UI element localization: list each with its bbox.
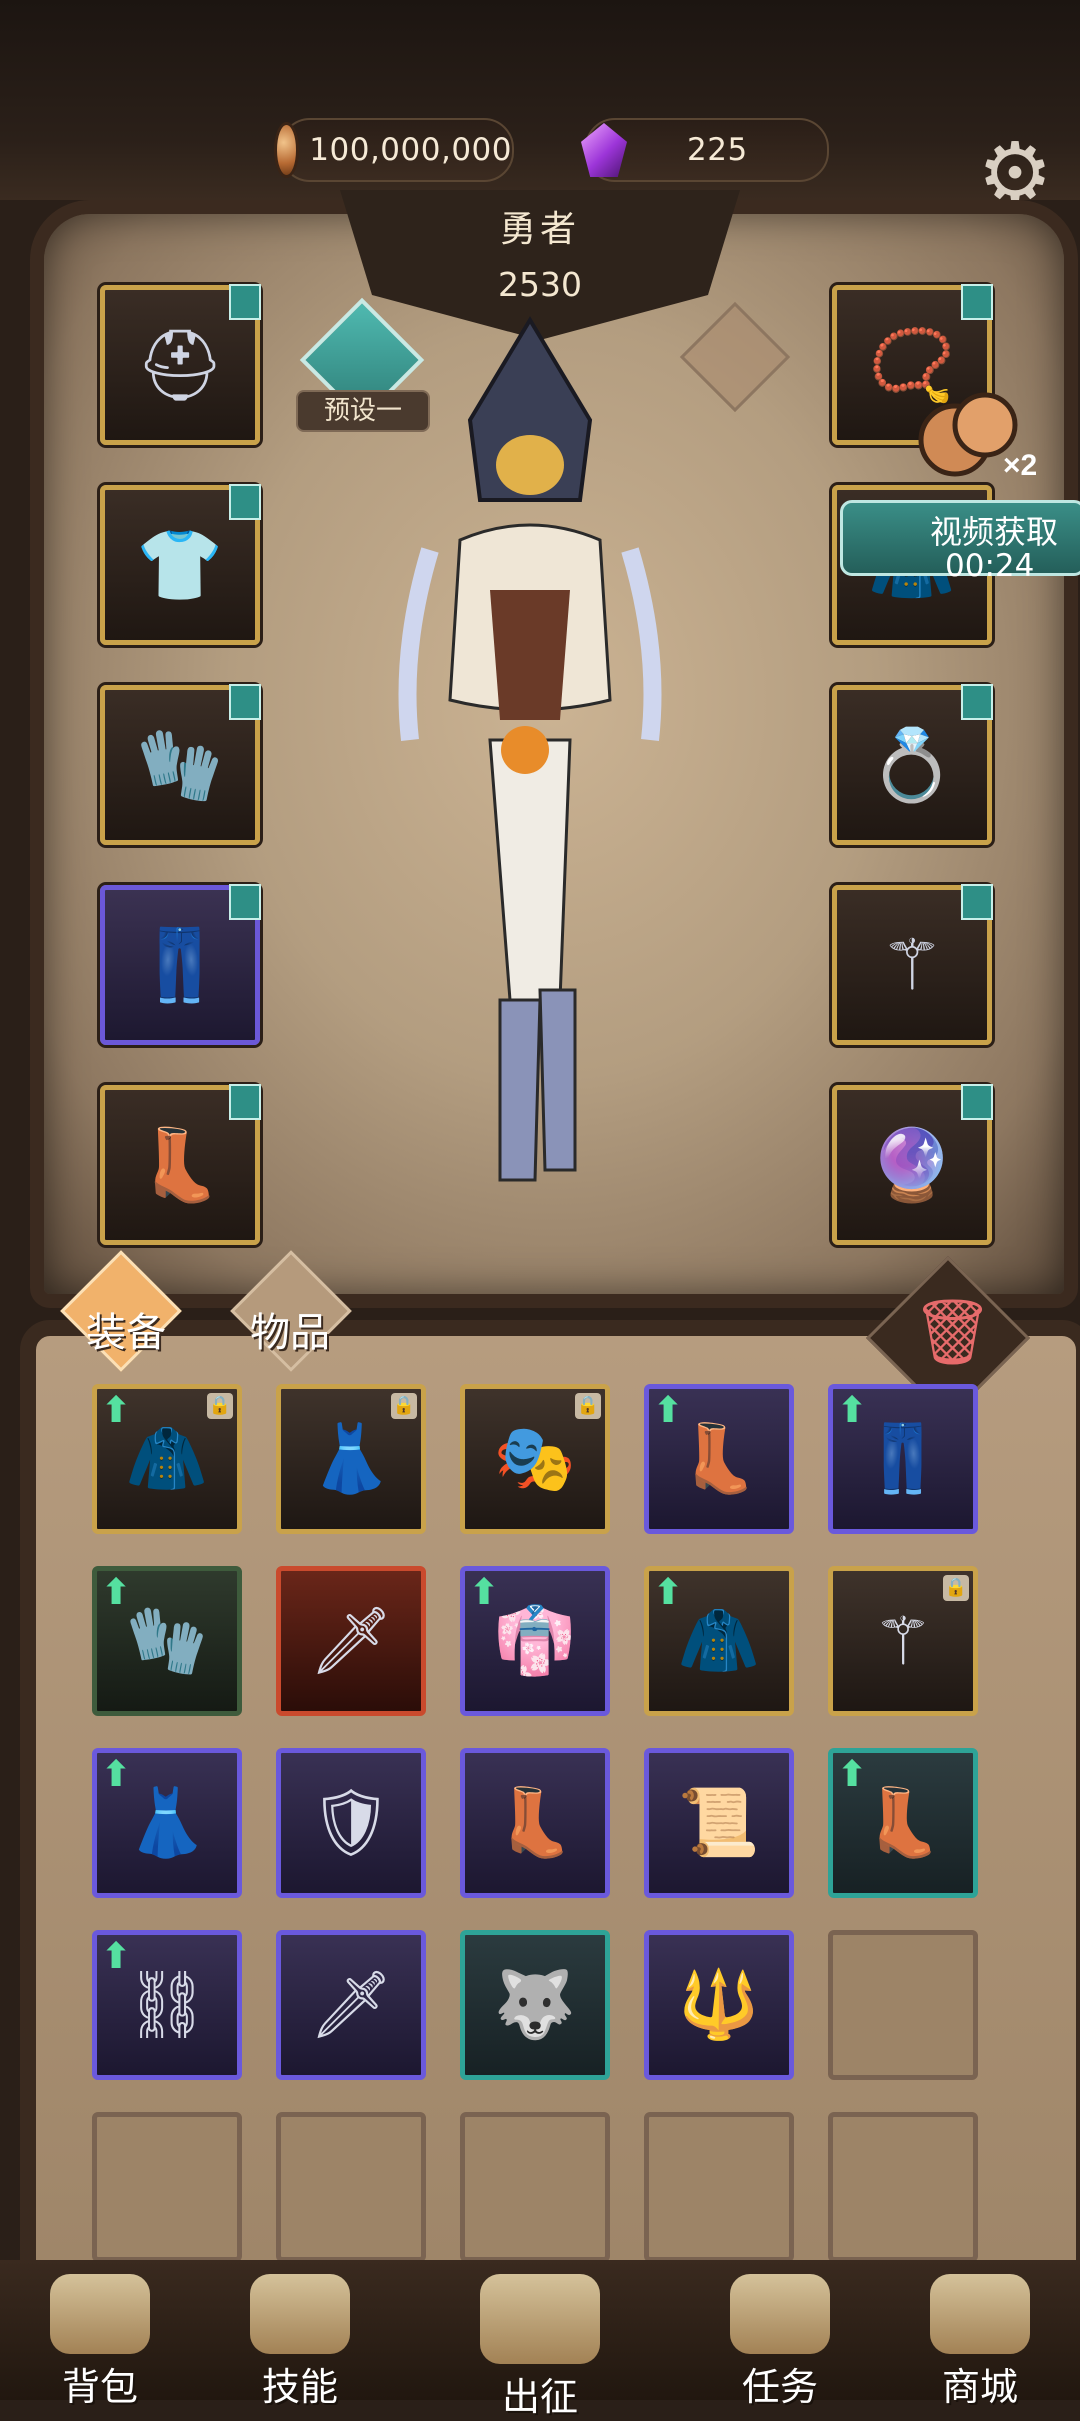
video-timer: 00:24 xyxy=(945,548,1035,584)
inventory-slot-empty[interactable] xyxy=(276,2112,426,2262)
boots-icon: 👢 xyxy=(136,1123,224,1206)
inventory-slot[interactable]: 🧥 ⬆ 🔒 xyxy=(92,1384,242,1534)
equip-slot-chest[interactable]: 👕 xyxy=(100,484,261,645)
inventory-slot[interactable]: 🔱 xyxy=(644,1930,794,2080)
inventory-grid: 🧥 ⬆ 🔒 👗 🔒 🎭 🔒 👢 ⬆ 👖 ⬆ 🧤 ⬆ 🗡 👘 ⬆ 🧥 ⬆ ⚚ 🔒 👗 ⬆ 🛡 👢 📜 👢 ⬆ ⛓ ⬆ 🗡 🐺 🔱 xyxy=(92,1384,992,2262)
upgrade-arrow-icon: ⬆ xyxy=(837,1390,868,1431)
equip-slot-offhand[interactable]: 🔮 xyxy=(832,1084,993,1245)
equip-slot-staff[interactable]: ⚚ xyxy=(832,884,993,1045)
equip-slot-gloves[interactable]: 🧤 xyxy=(100,684,261,845)
inventory-slot[interactable]: 👗 ⬆ xyxy=(92,1748,242,1898)
upgrade-arrow-icon: ⬆ xyxy=(469,1572,500,1613)
shop-icon xyxy=(930,2274,1030,2354)
thin-blade-icon: 🗡 xyxy=(309,1966,393,2043)
inventory-slot[interactable]: 👖 ⬆ xyxy=(828,1384,978,1534)
skill-icon xyxy=(250,2274,350,2354)
upgrade-arrow-icon: ⬆ xyxy=(837,1754,868,1795)
crimson-sword-icon: 🗡 xyxy=(309,1602,393,1679)
inventory-slot[interactable]: 👢 xyxy=(460,1748,610,1898)
scroll-icon xyxy=(730,2274,830,2354)
inventory-slot[interactable]: 🗡 xyxy=(276,1930,426,2080)
coin-counter[interactable]: 100,000,000 xyxy=(274,118,514,182)
tab-items[interactable]: 物品 xyxy=(250,1300,330,1358)
nav-label: 任务 xyxy=(741,2365,818,2409)
gem-amount: 225 xyxy=(687,132,748,168)
backpack-icon xyxy=(50,2274,150,2354)
coin-icon xyxy=(274,122,300,178)
chest-armor-icon: 👕 xyxy=(136,523,224,606)
inventory-slot[interactable]: ⛓ ⬆ xyxy=(92,1930,242,2080)
upgrade-arrow-icon: ⬆ xyxy=(653,1572,684,1613)
inventory-slot[interactable]: 🐺 xyxy=(460,1930,610,2080)
tab-equipment[interactable]: 装备 xyxy=(86,1300,166,1358)
nav-backpack[interactable]: 背包 xyxy=(0,2260,200,2409)
helmet-icon: ⛑ xyxy=(135,323,225,406)
top-bar xyxy=(0,0,1080,200)
inventory-slot[interactable]: 🛡 xyxy=(276,1748,426,1898)
nav-shop[interactable]: 商城 xyxy=(880,2260,1080,2409)
hero-character xyxy=(398,316,662,1182)
nav-label: 背包 xyxy=(61,2365,138,2409)
inventory-slot[interactable]: 🧥 ⬆ xyxy=(644,1566,794,1716)
crystal-spear-icon: 🔱 xyxy=(677,1966,761,2043)
chain-armor-icon: 🛡 xyxy=(309,1784,393,1861)
paper-charm-icon: 📜 xyxy=(677,1784,761,1861)
equip-slot-helmet[interactable]: ⛑ xyxy=(100,284,261,445)
inventory-slot[interactable]: 🎭 🔒 xyxy=(460,1384,610,1534)
inventory-slot[interactable]: 👗 🔒 xyxy=(276,1384,426,1534)
upgrade-arrow-icon: ⬆ xyxy=(101,1572,132,1613)
gloves-icon: 🧤 xyxy=(136,723,224,806)
inventory-slot-empty[interactable] xyxy=(828,1930,978,2080)
sword-icon xyxy=(480,2274,600,2364)
coin-amount: 100,000,000 xyxy=(309,132,512,168)
pants-icon: 👖 xyxy=(136,923,224,1006)
inventory-slot[interactable]: 🧤 ⬆ xyxy=(92,1566,242,1716)
inventory-slot[interactable]: 👢 ⬆ xyxy=(644,1384,794,1534)
trash-icon: 🗑 xyxy=(912,1296,994,1370)
lock-icon: 🔒 xyxy=(943,1575,969,1601)
inventory-slot-empty[interactable] xyxy=(92,2112,242,2262)
nav-label: 技能 xyxy=(261,2365,338,2409)
nav-label: 出征 xyxy=(501,2375,578,2419)
lock-icon: 🔒 xyxy=(207,1393,233,1419)
equip-slot-ring[interactable]: 💍 xyxy=(832,684,993,845)
nav-skills[interactable]: 技能 xyxy=(200,2260,400,2409)
gem-counter[interactable]: 225 xyxy=(581,118,829,182)
equip-slot-pants[interactable]: 👖 xyxy=(100,884,261,1045)
video-label: 视频获取 xyxy=(930,513,1059,551)
staff-icon: ⚚ xyxy=(880,924,944,1006)
inventory-slot[interactable]: ⚚ 🔒 xyxy=(828,1566,978,1716)
equip-slot-boots[interactable]: 👢 xyxy=(100,1084,261,1245)
inventory-slot-empty[interactable] xyxy=(644,2112,794,2262)
inventory-slot-empty[interactable] xyxy=(828,2112,978,2262)
upgrade-arrow-icon: ⬆ xyxy=(101,1936,132,1977)
white-boots-icon: 👢 xyxy=(493,1784,577,1861)
upgrade-arrow-icon: ⬆ xyxy=(101,1390,132,1431)
hero-power: 2530 xyxy=(498,265,582,304)
upgrade-arrow-icon: ⬆ xyxy=(101,1754,132,1795)
orb-icon: 🔮 xyxy=(868,1123,956,1206)
inventory-slot[interactable]: 🗡 xyxy=(276,1566,426,1716)
nav-label: 商城 xyxy=(941,2365,1018,2409)
inventory-slot[interactable]: 📜 xyxy=(644,1748,794,1898)
inventory-slot-empty[interactable] xyxy=(460,2112,610,2262)
ring-icon: 💍 xyxy=(868,723,956,806)
hero-title: 勇者 xyxy=(499,209,580,250)
inventory-slot[interactable]: 👢 ⬆ xyxy=(828,1748,978,1898)
lock-icon: 🔒 xyxy=(391,1393,417,1419)
multiplier-label: ×2 xyxy=(1003,449,1037,482)
nav-quests[interactable]: 任务 xyxy=(680,2260,880,2409)
upgrade-arrow-icon: ⬆ xyxy=(653,1390,684,1431)
inventory-slot[interactable]: 👘 ⬆ xyxy=(460,1566,610,1716)
wolf-mask-icon: 🐺 xyxy=(493,1966,577,2043)
nav-battle[interactable]: 出征 xyxy=(440,2260,640,2419)
double-coin-icon[interactable]: ×2 xyxy=(915,385,1045,485)
lock-icon: 🔒 xyxy=(575,1393,601,1419)
